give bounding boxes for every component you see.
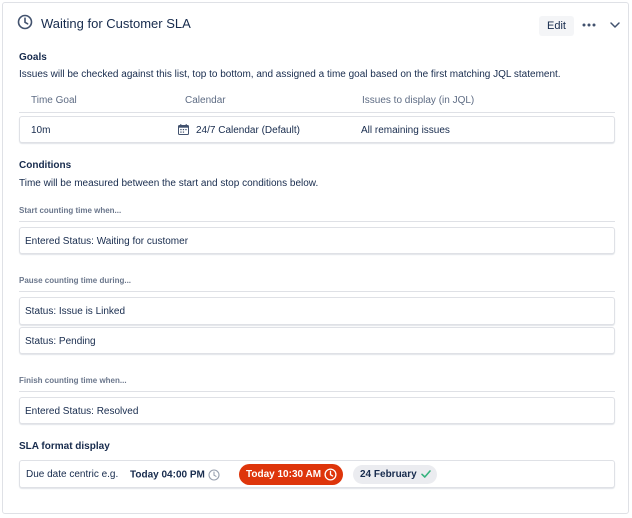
sla-format-heading: SLA format display xyxy=(19,441,110,452)
card-header: Waiting for Customer SLA Edit xyxy=(3,3,628,43)
example-breached-badge: Today 10:30 AM xyxy=(239,464,344,485)
table-row[interactable]: 10m 24/7 Calendar (Default) All remainin… xyxy=(19,116,615,143)
chevron-down-icon[interactable] xyxy=(608,18,622,32)
column-header-issues: Issues to display (in JQL) xyxy=(362,95,475,106)
list-item[interactable]: Entered Status: Resolved xyxy=(19,397,615,424)
list-item[interactable]: Status: Issue is Linked xyxy=(19,297,615,325)
sla-format-label: Due date centric e.g. xyxy=(26,469,119,480)
pause-label: Pause counting time during... xyxy=(19,276,132,285)
goals-heading: Goals xyxy=(19,52,47,63)
finish-condition: Entered Status: Resolved xyxy=(25,406,139,417)
clock-icon xyxy=(324,468,337,481)
page-title: Waiting for Customer SLA xyxy=(41,16,191,31)
example-upcoming: Today 04:00 PM xyxy=(130,469,220,481)
pause-condition: Status: Pending xyxy=(25,336,96,347)
issues-value: All remaining issues xyxy=(361,125,450,136)
example-breached-text: Today 10:30 AM xyxy=(246,469,322,480)
more-icon[interactable] xyxy=(581,17,597,33)
conditions-heading: Conditions xyxy=(19,160,72,171)
list-item[interactable]: Entered Status: Waiting for customer xyxy=(19,227,615,254)
column-header-time-goal: Time Goal xyxy=(31,95,77,106)
goals-description: Issues will be checked against this list… xyxy=(19,69,561,80)
calendar-icon xyxy=(178,124,189,135)
divider xyxy=(19,112,615,113)
example-met-text: 24 February xyxy=(360,469,417,480)
clock-icon xyxy=(208,469,220,481)
finish-label: Finish counting time when... xyxy=(19,376,127,385)
calendar-value: 24/7 Calendar (Default) xyxy=(196,125,300,136)
edit-button[interactable]: Edit xyxy=(539,16,574,36)
sla-format-row: Due date centric e.g. Today 04:00 PM Tod… xyxy=(19,460,615,488)
divider xyxy=(19,391,615,392)
sla-card: Waiting for Customer SLA Edit Goals Issu… xyxy=(2,2,629,514)
list-item[interactable]: Status: Pending xyxy=(19,327,615,354)
start-condition: Entered Status: Waiting for customer xyxy=(25,236,189,247)
conditions-description: Time will be measured between the start … xyxy=(19,178,319,189)
example-upcoming-text: Today 04:00 PM xyxy=(130,469,205,481)
start-label: Start counting time when... xyxy=(19,206,122,215)
divider xyxy=(19,291,615,292)
clock-icon xyxy=(17,14,33,30)
divider xyxy=(19,221,615,222)
pause-condition: Status: Issue is Linked xyxy=(25,306,126,317)
checkmark-icon xyxy=(420,470,431,479)
example-met-badge: 24 February xyxy=(353,465,437,484)
column-header-calendar: Calendar xyxy=(185,95,226,106)
time-goal-value: 10m xyxy=(31,125,51,136)
